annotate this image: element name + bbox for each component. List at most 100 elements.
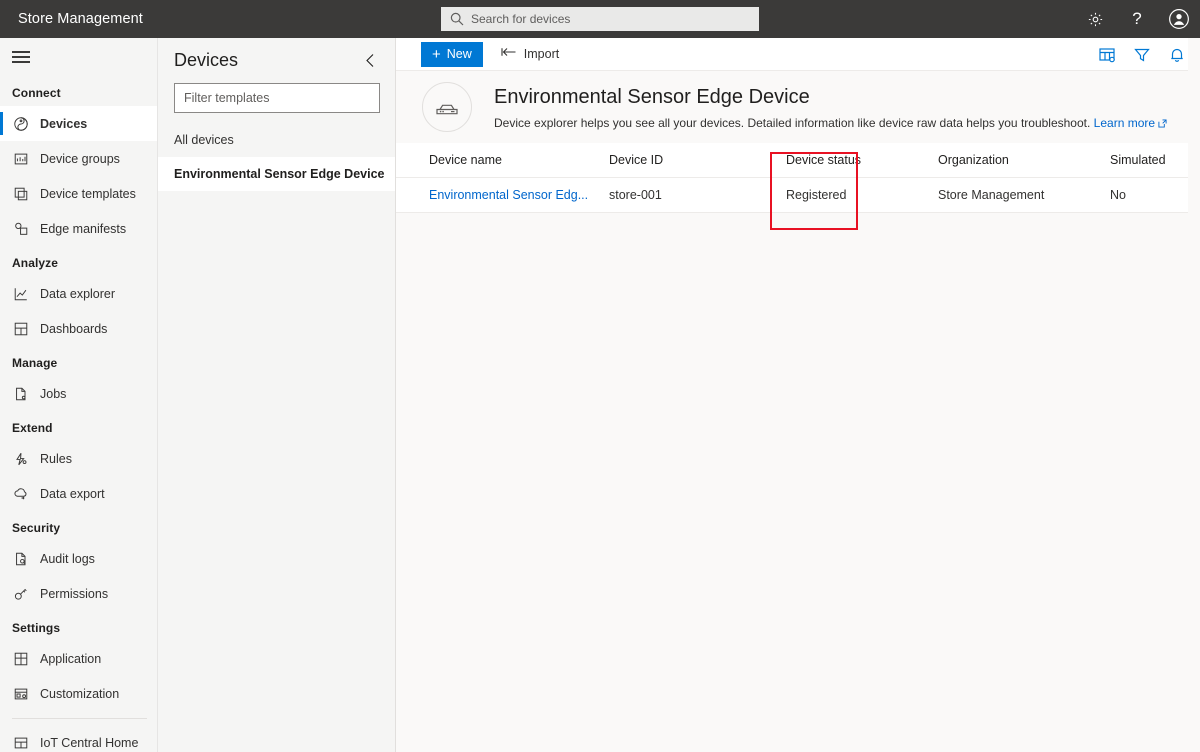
sidebar-item-iot-central-home[interactable]: IoT Central Home xyxy=(0,725,157,752)
plus-icon: + xyxy=(432,45,441,63)
import-button-label: Import xyxy=(523,47,560,61)
sidebar-item-customization[interactable]: Customization xyxy=(0,676,157,711)
app-title: Store Management xyxy=(18,11,143,27)
jobs-icon xyxy=(12,385,30,403)
template-item-label: All devices xyxy=(174,133,234,147)
cell-device-name[interactable]: Environmental Sensor Edg... xyxy=(429,188,609,202)
filter-icon[interactable] xyxy=(1133,46,1151,64)
column-header-organization[interactable]: Organization xyxy=(938,153,1110,167)
sidebar-group-settings: Settings xyxy=(12,621,61,635)
device-groups-icon xyxy=(12,150,30,168)
command-bar-actions xyxy=(1098,38,1186,71)
import-icon xyxy=(501,46,517,62)
cell-organization: Store Management xyxy=(938,188,1045,202)
table-header-row: Device name Device ID Device status Orga… xyxy=(396,143,1200,178)
edge-manifests-icon xyxy=(12,220,30,238)
sidebar-item-dashboards[interactable]: Dashboards xyxy=(0,311,157,346)
sidebar-item-label: Device groups xyxy=(40,151,120,166)
sidebar-item-label: Dashboards xyxy=(40,321,108,336)
page-header-text: Environmental Sensor Edge Device Device … xyxy=(494,85,1167,130)
sidebar-item-devices[interactable]: Devices xyxy=(0,106,157,141)
hamburger-icon[interactable] xyxy=(0,38,157,76)
sidebar-item-device-templates[interactable]: Device templates xyxy=(0,176,157,211)
template-item-label: Environmental Sensor Edge Device xyxy=(174,167,385,181)
column-header-simulated[interactable]: Simulated xyxy=(1110,153,1200,167)
sidebar-item-device-groups[interactable]: Device groups xyxy=(0,141,157,176)
key-icon xyxy=(12,585,30,603)
sidebar: Connect Devices Device groups Device tem… xyxy=(0,38,158,752)
sidebar-group-manage: Manage xyxy=(12,356,58,370)
column-header-device-name[interactable]: Device name xyxy=(429,153,609,167)
sidebar-group-extend: Extend xyxy=(12,421,53,435)
main-content: + New Import Environmental Sensor Edge D… xyxy=(396,38,1200,752)
page-title: Environmental Sensor Edge Device xyxy=(494,85,810,108)
top-bar-actions: ? xyxy=(1074,0,1200,38)
template-item-environmental-sensor-edge-device[interactable]: Environmental Sensor Edge Device xyxy=(158,157,395,191)
search-input-placeholder: Search for devices xyxy=(471,12,571,26)
help-icon[interactable]: ? xyxy=(1116,0,1158,38)
panel-header: Devices xyxy=(158,38,395,79)
top-bar: Store Management Search for devices ? xyxy=(0,0,1200,38)
cell-device-status: Registered xyxy=(786,188,847,202)
sidebar-item-application[interactable]: Application xyxy=(0,641,157,676)
devices-table: Device name Device ID Device status Orga… xyxy=(396,143,1200,213)
device-templates-panel: Devices Filter templates All devices Env… xyxy=(158,38,396,752)
customization-icon xyxy=(12,685,30,703)
panel-title: Devices xyxy=(174,50,239,70)
content-right-edge xyxy=(1188,38,1200,752)
table-row[interactable]: Environmental Sensor Edg... store-001 Re… xyxy=(396,178,1200,213)
page-description-text: Device explorer helps you see all your d… xyxy=(494,115,1091,130)
command-bar: + New Import xyxy=(396,38,1200,71)
filter-templates-placeholder: Filter templates xyxy=(184,91,270,105)
rules-icon xyxy=(12,450,30,468)
sidebar-divider xyxy=(12,718,147,719)
sidebar-item-data-explorer[interactable]: Data explorer xyxy=(0,276,157,311)
sidebar-item-jobs[interactable]: Jobs xyxy=(0,376,157,411)
sidebar-item-label: Application xyxy=(40,651,102,666)
account-icon[interactable] xyxy=(1158,0,1200,38)
column-header-device-status[interactable]: Device status xyxy=(786,153,938,167)
sidebar-item-data-export[interactable]: Data export xyxy=(0,476,157,511)
chevron-left-icon[interactable] xyxy=(360,51,381,70)
template-item-all-devices[interactable]: All devices xyxy=(158,123,395,157)
device-templates-icon xyxy=(12,185,30,203)
app-root: Store Management Search for devices ? Co… xyxy=(0,0,1200,752)
sidebar-group-connect: Connect xyxy=(12,86,61,100)
import-button[interactable]: Import xyxy=(501,46,559,62)
edge-device-icon xyxy=(422,82,472,132)
sidebar-group-analyze: Analyze xyxy=(12,256,59,270)
cell-device-id: store-001 xyxy=(609,188,662,202)
application-icon xyxy=(12,650,30,668)
devices-icon xyxy=(12,115,30,133)
sidebar-item-label: IoT Central Home xyxy=(40,735,139,750)
column-header-device-id[interactable]: Device ID xyxy=(609,153,786,167)
search-icon xyxy=(449,11,465,27)
sidebar-item-audit-logs[interactable]: Audit logs xyxy=(0,541,157,576)
sidebar-item-label: Edge manifests xyxy=(40,221,127,236)
new-button-label: New xyxy=(446,47,472,61)
learn-more-link[interactable]: Learn more xyxy=(1094,116,1155,130)
filter-templates-input[interactable]: Filter templates xyxy=(174,83,380,113)
sidebar-item-label: Customization xyxy=(40,686,120,701)
dashboard-icon xyxy=(12,320,30,338)
bell-icon[interactable] xyxy=(1168,46,1186,64)
page-description: Device explorer helps you see all your d… xyxy=(494,116,1167,130)
home-grid-icon xyxy=(12,734,30,752)
sidebar-item-label: Devices xyxy=(40,116,88,131)
sidebar-item-rules[interactable]: Rules xyxy=(0,441,157,476)
column-options-icon[interactable] xyxy=(1098,46,1116,64)
new-button[interactable]: + New xyxy=(421,41,483,67)
external-link-icon xyxy=(1158,118,1167,128)
gear-icon[interactable] xyxy=(1074,0,1116,38)
chart-line-icon xyxy=(12,285,30,303)
search-box[interactable]: Search for devices xyxy=(441,7,759,31)
page-header: Environmental Sensor Edge Device Device … xyxy=(396,71,1200,143)
sidebar-item-label: Rules xyxy=(40,451,72,466)
cell-simulated: No xyxy=(1110,188,1126,202)
sidebar-item-permissions[interactable]: Permissions xyxy=(0,576,157,611)
sidebar-item-label: Permissions xyxy=(40,586,109,601)
sidebar-item-label: Audit logs xyxy=(40,551,95,566)
sidebar-group-security: Security xyxy=(12,521,61,535)
audit-logs-icon xyxy=(12,550,30,568)
sidebar-item-edge-manifests[interactable]: Edge manifests xyxy=(0,211,157,246)
